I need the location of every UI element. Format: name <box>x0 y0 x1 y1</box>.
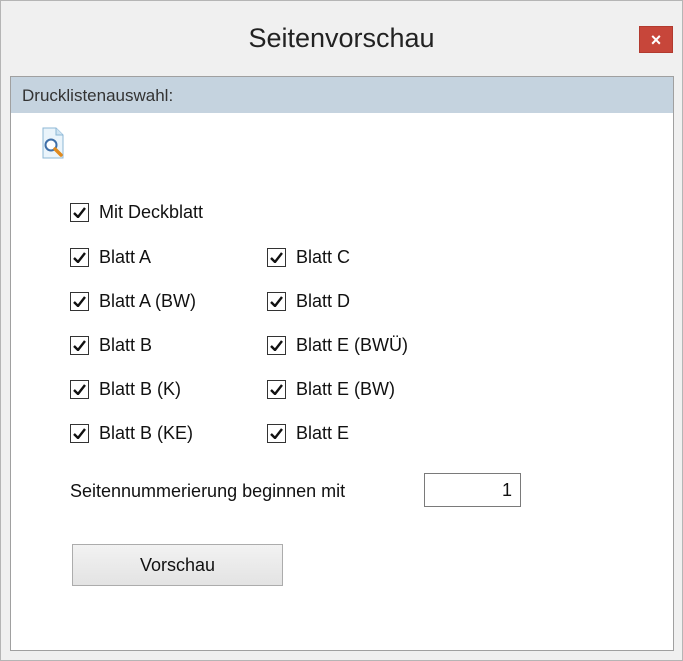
checkbox-box[interactable] <box>70 203 89 222</box>
checkbox-label: Blatt A (BW) <box>99 291 197 311</box>
checkbox-label: Blatt B (KE) <box>99 423 194 443</box>
checkbox-box[interactable] <box>70 424 89 443</box>
checkbox-label: Blatt C <box>296 247 351 267</box>
checkbox-label: Blatt D <box>296 291 351 311</box>
checkbox-box[interactable] <box>267 424 286 443</box>
checkbox-box[interactable] <box>70 248 89 267</box>
dialog-window: Seitenvorschau × Drucklistenauswahl: Mit… <box>0 0 683 661</box>
checkbox-blatt-b-ke[interactable]: Blatt B (KE) <box>70 423 193 444</box>
checkbox-box[interactable] <box>70 336 89 355</box>
checkbox-blatt-a[interactable]: Blatt A <box>70 247 151 268</box>
checkbox-blatt-c[interactable]: Blatt C <box>267 247 350 268</box>
checkbox-label: Mit Deckblatt <box>99 202 204 222</box>
group-header: Drucklistenauswahl: <box>11 77 673 113</box>
checkbox-label: Blatt E <box>296 423 350 443</box>
checkbox-blatt-e-bw[interactable]: Blatt E (BW) <box>267 379 395 400</box>
checkbox-box[interactable] <box>267 292 286 311</box>
checkbox-box[interactable] <box>267 336 286 355</box>
checkbox-mit-deckblatt[interactable]: Mit Deckblatt <box>70 202 203 223</box>
close-button[interactable]: × <box>639 26 673 53</box>
window-title: Seitenvorschau <box>248 23 435 53</box>
checkbox-blatt-a-bw[interactable]: Blatt A (BW) <box>70 291 196 312</box>
checkbox-label: Blatt E (BWÜ) <box>296 335 409 355</box>
checkbox-blatt-b-k[interactable]: Blatt B (K) <box>70 379 181 400</box>
checkbox-label: Blatt B <box>99 335 153 355</box>
checkbox-box[interactable] <box>70 292 89 311</box>
content-panel: Drucklistenauswahl: Mit Deckblatt Blatt … <box>10 76 674 651</box>
checkbox-label: Blatt A <box>99 247 152 267</box>
close-icon: × <box>650 29 662 50</box>
checkbox-blatt-e-bwue[interactable]: Blatt E (BWÜ) <box>267 335 408 356</box>
checkbox-label: Blatt B (K) <box>99 379 182 399</box>
checkbox-box[interactable] <box>267 380 286 399</box>
preview-button[interactable]: Vorschau <box>72 544 283 586</box>
checkbox-box[interactable] <box>70 380 89 399</box>
page-numbering-start-input[interactable] <box>424 473 521 507</box>
group-header-label: Drucklistenauswahl: <box>22 86 174 105</box>
page-numbering-label: Seitennummerierung beginnen mit <box>70 481 346 501</box>
checkbox-box[interactable] <box>267 248 286 267</box>
page-preview-icon <box>41 127 65 164</box>
checkbox-blatt-e[interactable]: Blatt E <box>267 423 349 444</box>
checkbox-label: Blatt E (BW) <box>296 379 396 399</box>
title-bar: Seitenvorschau × <box>1 1 682 76</box>
checkbox-blatt-d[interactable]: Blatt D <box>267 291 350 312</box>
checkbox-blatt-b[interactable]: Blatt B <box>70 335 152 356</box>
